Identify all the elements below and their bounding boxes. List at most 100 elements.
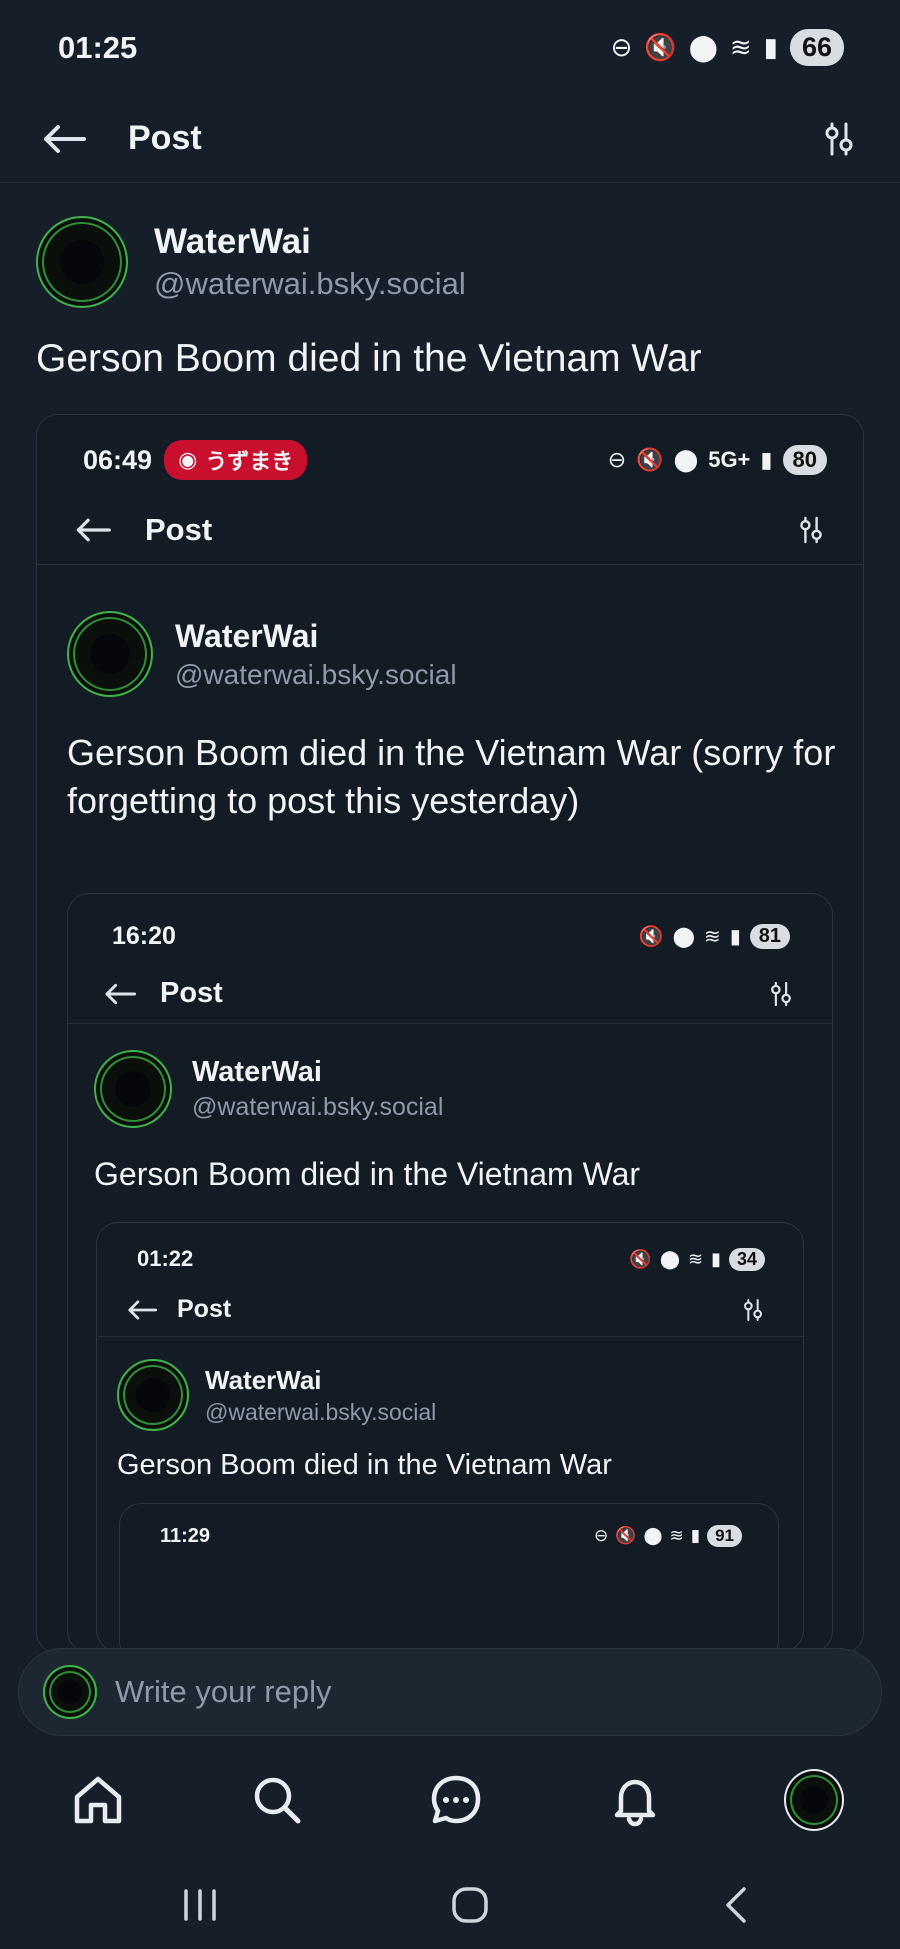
wifi-icon: ≋ xyxy=(729,32,752,62)
thread-settings-icon xyxy=(800,516,822,543)
home-icon xyxy=(74,1776,122,1824)
page-title: Post xyxy=(128,119,202,157)
embed1-text: Gerson Boom died in the Vietnam War (sor… xyxy=(67,732,836,821)
author-name: WaterWai xyxy=(192,1056,322,1088)
location-icon: ⬤ xyxy=(659,1248,680,1269)
mute-icon: 🔇 xyxy=(615,1526,637,1545)
post-author[interactable]: WaterWai @waterwai.bsky.social xyxy=(36,216,466,308)
author-avatar xyxy=(94,1050,172,1128)
signal-icon: ▮ xyxy=(760,447,773,472)
author-avatar xyxy=(117,1359,189,1431)
embed2-time: 16:20 xyxy=(112,921,176,950)
embed2-battery: 81 xyxy=(749,923,790,949)
author-handle: @waterwai.bsky.social xyxy=(154,266,466,301)
system-nav xyxy=(0,1860,900,1949)
nav-chat[interactable] xyxy=(426,1770,486,1830)
embed3-text: Gerson Boom died in the Vietnam War xyxy=(117,1449,612,1481)
post-header: Post xyxy=(0,95,900,183)
author-handle: @waterwai.bsky.social xyxy=(175,658,457,690)
embed3-battery: 34 xyxy=(728,1247,765,1271)
recents-icon[interactable] xyxy=(180,1887,220,1923)
embed4-battery: 91 xyxy=(707,1525,742,1547)
signal-icon: ▮ xyxy=(690,1526,701,1545)
mute-icon: 🔇 xyxy=(629,1248,652,1269)
wifi-icon: ≋ xyxy=(669,1526,684,1545)
embedded-screenshot-2: 16:20 🔇 ⬤ ≋ ▮ 81 Post WaterWai @waterwai… xyxy=(67,893,833,1653)
nav-profile[interactable] xyxy=(784,1769,844,1831)
embed2-title: Post xyxy=(160,977,223,1009)
media-badge: ◉ うずまき xyxy=(164,440,308,480)
embed1-status-bar: 06:49 ◉ うずまき ⊖ 🔇 ⬤ 5G+ ▮ 80 xyxy=(37,435,863,485)
location-icon: ⬤ xyxy=(672,925,695,948)
bell-icon xyxy=(614,1779,656,1827)
mute-icon: 🔇 xyxy=(636,447,664,472)
wifi-icon: ≋ xyxy=(703,925,721,948)
signal-icon: ▮ xyxy=(729,925,741,948)
back-arrow-icon xyxy=(128,1299,157,1320)
back-arrow-icon xyxy=(76,518,111,541)
location-icon: ⬤ xyxy=(673,447,699,472)
reply-input[interactable]: Write your reply xyxy=(115,1674,332,1710)
spotify-icon: ◉ xyxy=(178,447,198,472)
author-avatar[interactable] xyxy=(36,216,128,308)
embed3-author: WaterWai @waterwai.bsky.social xyxy=(117,1359,436,1431)
embedded-screenshot-3: 01:22 🔇 ⬤ ≋ ▮ 34 Post WaterWai @waterwai… xyxy=(96,1222,804,1652)
embed2-status-bar: 16:20 🔇 ⬤ ≋ ▮ 81 xyxy=(68,916,832,956)
status-icons: ⊖ 🔇 ⬤ ≋ ▮ 66 xyxy=(611,29,844,66)
reply-bar[interactable]: Write your reply xyxy=(18,1648,882,1736)
dnd-icon: ⊖ xyxy=(594,1526,609,1545)
network-label: 5G+ xyxy=(708,447,751,472)
reply-avatar xyxy=(43,1665,97,1719)
signal-icon: ▮ xyxy=(711,1248,721,1269)
embedded-screenshot-4: 11:29 ⊖ 🔇 ⬤ ≋ ▮ 91 xyxy=(119,1503,779,1651)
mute-icon: 🔇 xyxy=(638,925,664,948)
location-icon: ⬤ xyxy=(688,32,718,62)
bottom-nav xyxy=(0,1750,900,1850)
chat-icon xyxy=(431,1775,481,1824)
embed1-header: Post xyxy=(37,495,863,565)
embed1-author: WaterWai @waterwai.bsky.social xyxy=(67,611,457,697)
home-button-icon[interactable] xyxy=(450,1885,490,1925)
dnd-icon: ⊖ xyxy=(610,32,633,62)
author-name: WaterWai xyxy=(154,222,311,261)
back-arrow-icon[interactable] xyxy=(42,123,86,155)
thread-settings-icon xyxy=(744,1298,762,1321)
signal-icon: ▮ xyxy=(763,32,778,62)
nav-home[interactable] xyxy=(68,1770,128,1830)
nav-notifications[interactable] xyxy=(605,1770,665,1830)
embed2-text: Gerson Boom died in the Vietnam War xyxy=(94,1156,641,1192)
embed4-status-bar: 11:29 ⊖ 🔇 ⬤ ≋ ▮ 91 xyxy=(120,1520,778,1552)
embed3-header: Post xyxy=(97,1283,803,1337)
author-handle: @waterwai.bsky.social xyxy=(192,1093,444,1121)
embed3-status-bar: 01:22 🔇 ⬤ ≋ ▮ 34 xyxy=(97,1241,803,1277)
dnd-icon: ⊖ xyxy=(607,447,627,472)
nav-search[interactable] xyxy=(247,1770,307,1830)
embed1-title: Post xyxy=(145,511,213,547)
author-avatar xyxy=(67,611,153,697)
embed3-title: Post xyxy=(177,1295,232,1323)
thread-settings-icon xyxy=(771,981,791,1006)
embed2-header: Post xyxy=(68,964,832,1024)
back-arrow-icon xyxy=(105,983,136,1004)
post-text: Gerson Boom died in the Vietnam War xyxy=(36,337,702,380)
author-handle: @waterwai.bsky.social xyxy=(205,1398,437,1425)
wifi-icon: ≋ xyxy=(687,1248,704,1269)
battery-indicator: 66 xyxy=(789,29,844,66)
embed3-time: 01:22 xyxy=(137,1246,194,1271)
author-name: WaterWai xyxy=(175,617,319,654)
thread-settings-icon[interactable] xyxy=(824,122,854,156)
profile-avatar xyxy=(784,1769,844,1831)
search-icon xyxy=(254,1777,301,1824)
location-icon: ⬤ xyxy=(643,1526,663,1545)
embed2-author: WaterWai @waterwai.bsky.social xyxy=(94,1050,443,1128)
mute-icon: 🔇 xyxy=(644,32,677,62)
embed1-battery: 80 xyxy=(782,445,827,475)
status-time: 01:25 xyxy=(58,29,138,65)
back-button-icon[interactable] xyxy=(720,1885,750,1925)
status-bar: 01:25 ⊖ 🔇 ⬤ ≋ ▮ 66 xyxy=(0,0,900,95)
author-name: WaterWai xyxy=(205,1364,322,1395)
embed1-time: 06:49 xyxy=(83,444,153,475)
embedded-screenshot-1[interactable]: 06:49 ◉ うずまき ⊖ 🔇 ⬤ 5G+ ▮ 80 Post WaterWa… xyxy=(36,414,864,1654)
media-badge-text: うずまき xyxy=(205,449,294,474)
embed4-time: 11:29 xyxy=(160,1524,211,1547)
